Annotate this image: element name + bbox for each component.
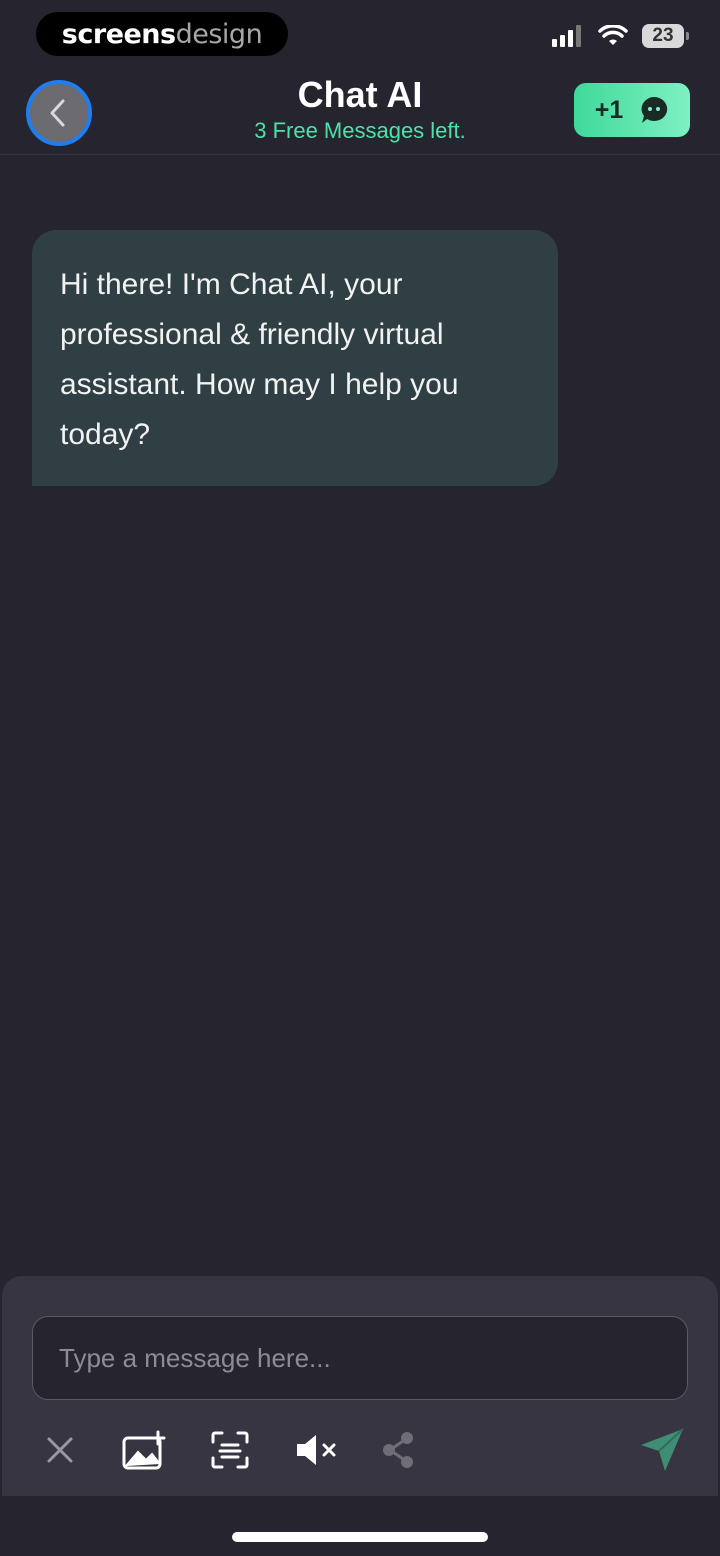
wifi-icon [598,25,628,45]
scan-text-icon [211,1431,249,1469]
status-bar: screens design 23 [0,0,720,70]
brand-watermark: screens design [36,12,288,56]
mute-button[interactable] [290,1422,342,1478]
add-image-icon [122,1430,166,1470]
battery-indicator: 23 [642,24,689,48]
composer-toolbar [2,1422,718,1478]
assistant-message-bubble: Hi there! I'm Chat AI, your professional… [32,230,558,486]
message-input[interactable] [32,1316,688,1400]
share-button[interactable] [372,1422,424,1478]
status-icons: 23 [552,24,689,48]
brand-part-1: screens [61,18,176,50]
home-indicator [232,1532,488,1542]
clear-button[interactable] [34,1422,86,1478]
mute-icon [297,1435,336,1465]
plus-one-label: +1 [594,95,624,124]
bottom-safe-area [0,1496,720,1556]
brand-part-2: design [175,18,263,50]
add-image-button[interactable] [118,1422,170,1478]
message-composer [2,1276,718,1496]
chat-bubble-icon [641,96,668,123]
scan-text-button[interactable] [204,1422,256,1478]
send-button[interactable] [636,1422,688,1478]
close-icon [47,1437,73,1463]
share-icon [383,1432,413,1468]
chat-header: Chat AI 3 Free Messages left. +1 [0,72,720,155]
get-more-messages-button[interactable]: +1 [574,83,690,137]
signal-icon [552,25,581,47]
send-icon [641,1428,684,1471]
